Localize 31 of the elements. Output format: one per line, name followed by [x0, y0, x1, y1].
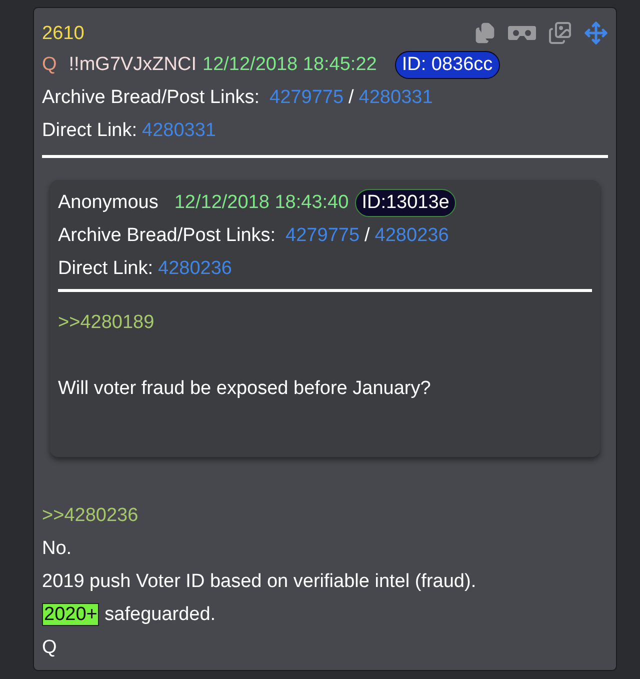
post-text: Q — [42, 636, 57, 660]
post-number: 2610 — [42, 22, 84, 46]
id-badge: ID: 0836cc — [394, 50, 500, 78]
archive-label: Archive Bread/Post Links: — [42, 86, 260, 110]
direct-link-label: Direct Link: — [42, 119, 138, 143]
id-badge: ID:13013e — [354, 188, 456, 216]
post-link[interactable]: 4280331 — [358, 81, 433, 114]
post-text: Will voter fraud be exposed before January? — [58, 377, 431, 401]
post-text: No. — [42, 537, 72, 561]
bread-link[interactable]: 4279775 — [286, 219, 360, 252]
timestamp: 12/12/2018 18:43:40 — [174, 191, 349, 215]
images-icon[interactable] — [548, 21, 572, 45]
direct-link[interactable]: 4280331 — [142, 114, 216, 147]
separator: / — [348, 86, 354, 110]
quote-link[interactable]: >>4280236 — [42, 499, 138, 532]
direct-link-label: Direct Link: — [58, 257, 154, 281]
direct-link[interactable]: 4280236 — [158, 252, 232, 285]
archive-label: Archive Bread/Post Links: — [58, 224, 276, 248]
move-icon[interactable] — [584, 21, 608, 45]
author-name: Q — [42, 53, 57, 77]
tripcode: !!mG7VJxZNCI — [68, 53, 197, 77]
post-text: 2020+ safeguarded. — [42, 602, 216, 628]
quote-link[interactable]: >>4280189 — [58, 306, 154, 339]
vr-goggles-icon[interactable] — [508, 24, 536, 42]
timestamp: 12/12/2018 18:45:22 — [202, 53, 377, 77]
post-link[interactable]: 4280236 — [374, 219, 449, 252]
copy-icon[interactable] — [474, 22, 496, 44]
separator: / — [364, 224, 370, 248]
author-name: Anonymous — [58, 191, 158, 215]
post-text: 2019 push Voter ID based on verifiable intel (fraud). — [42, 570, 476, 594]
bread-link[interactable]: 4279775 — [270, 81, 344, 114]
